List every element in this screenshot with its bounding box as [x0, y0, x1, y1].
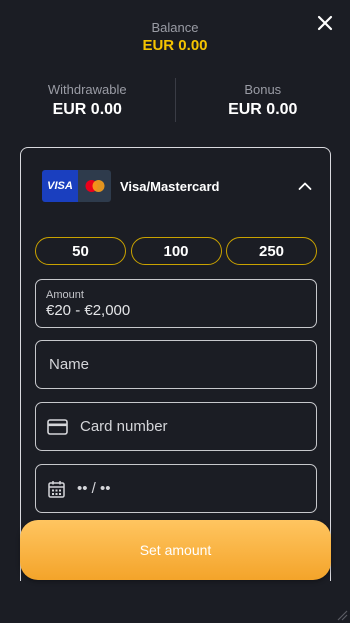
- withdrawable-value: EUR 0.00: [52, 101, 122, 118]
- chevron-up-icon[interactable]: [298, 181, 312, 191]
- name-placeholder: Name: [49, 356, 90, 373]
- balance-block: Balance EUR 0.00: [0, 20, 350, 54]
- payment-method-header[interactable]: VISA Visa/Mastercard: [42, 170, 314, 202]
- resize-handle-icon[interactable]: [334, 607, 348, 621]
- name-field[interactable]: Name: [35, 340, 317, 389]
- bonus-value: EUR 0.00: [228, 101, 298, 118]
- quick-amount-100[interactable]: 100: [130, 237, 222, 265]
- withdrawable-block: Withdrawable EUR 0.00: [0, 78, 175, 124]
- expiry-field[interactable]: •• / ••: [35, 464, 317, 513]
- amount-label: Amount: [46, 288, 84, 301]
- balance-breakdown: Withdrawable EUR 0.00 Bonus EUR 0.00: [0, 78, 350, 124]
- set-amount-button[interactable]: Set amount: [20, 520, 331, 580]
- amount-range: €20 - €2,000: [46, 301, 131, 319]
- amount-field[interactable]: Amount €20 - €2,000: [35, 279, 317, 328]
- card-number-placeholder: Card number: [80, 418, 168, 435]
- visa-logo: VISA: [42, 170, 78, 202]
- payment-card: VISA Visa/Mastercard 50 100 250 Amount €…: [20, 147, 331, 581]
- quick-amounts: 50 100 250: [35, 237, 317, 265]
- payment-logos: VISA: [42, 170, 111, 202]
- balance-label: Balance: [151, 20, 199, 35]
- withdrawable-label: Withdrawable: [47, 82, 127, 97]
- payment-method-name: Visa/Mastercard: [120, 178, 220, 194]
- calendar-icon: [48, 480, 65, 498]
- bonus-block: Bonus EUR 0.00: [176, 78, 350, 124]
- expiry-placeholder: •• / ••: [77, 480, 111, 497]
- balance-value: EUR 0.00: [142, 37, 208, 54]
- mastercard-logo: [78, 170, 111, 202]
- quick-amount-50[interactable]: 50: [35, 237, 126, 265]
- credit-card-icon: [47, 418, 68, 435]
- bonus-label: Bonus: [244, 82, 282, 97]
- card-number-field[interactable]: Card number: [35, 402, 317, 451]
- quick-amount-250[interactable]: 250: [226, 237, 317, 265]
